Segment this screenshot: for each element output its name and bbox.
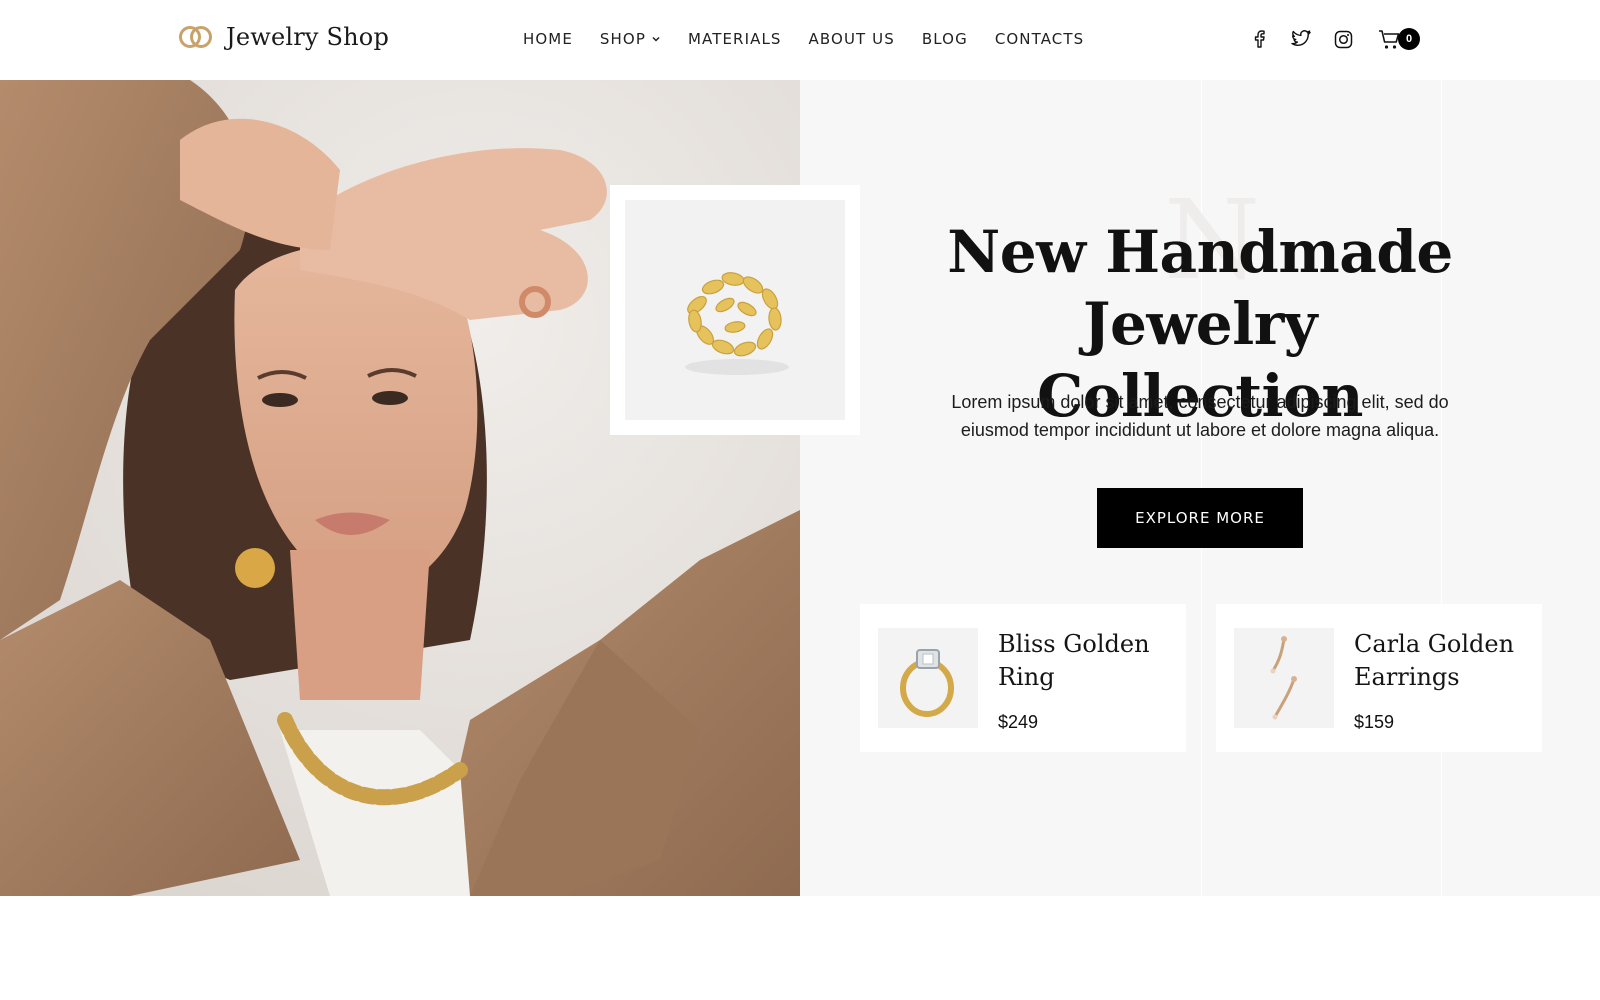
- instagram-icon[interactable]: [1330, 26, 1356, 52]
- product-name-line2: Earrings: [1354, 663, 1460, 691]
- nav-shop[interactable]: SHOP: [600, 30, 661, 48]
- product-image[interactable]: [878, 628, 978, 728]
- site-header: Jewelry Shop HOME SHOP MATERIALS ABOUT U…: [0, 0, 1600, 80]
- product-name-line1: Bliss Golden: [998, 630, 1150, 658]
- explore-more-button[interactable]: EXPLORE MORE: [1097, 488, 1303, 548]
- product-image[interactable]: [1234, 628, 1334, 728]
- nav-shop-label: SHOP: [599, 30, 646, 48]
- decor-line: [1441, 80, 1442, 896]
- hero-title-line1: New Handmade: [947, 218, 1453, 286]
- product-card-ring[interactable]: Bliss Golden Ring $249: [860, 604, 1186, 752]
- main-nav: HOME SHOP MATERIALS ABOUT US BLOG CONTAC…: [523, 30, 1084, 48]
- nav-contacts-label: CONTACTS: [994, 30, 1085, 48]
- product-info: Carla Golden Earrings $159: [1354, 628, 1514, 732]
- product-name[interactable]: Carla Golden Earrings: [1354, 628, 1514, 694]
- hero-content: N New Handmade Jewelry Collection Lorem …: [800, 80, 1600, 896]
- nav-materials[interactable]: MATERIALS: [688, 30, 782, 48]
- nav-materials-label: MATERIALS: [687, 30, 782, 48]
- cart-button[interactable]: 0: [1378, 26, 1422, 54]
- cart-count-badge: 0: [1398, 28, 1420, 50]
- featured-ring-frame: [610, 185, 860, 435]
- product-price: $159: [1354, 712, 1395, 732]
- ring-image: [900, 649, 954, 717]
- nav-home-label: HOME: [523, 30, 573, 48]
- facebook-icon[interactable]: [1246, 26, 1272, 52]
- nav-contacts[interactable]: CONTACTS: [995, 30, 1084, 48]
- logo-text: Jewelry Shop: [226, 23, 390, 51]
- nav-about-us-label: ABOUT US: [808, 30, 895, 48]
- product-name-line1: Carla Golden: [1354, 630, 1515, 658]
- interlocking-rings-icon: [179, 26, 212, 48]
- product-info: Bliss Golden Ring $249: [998, 628, 1150, 732]
- product-name-line2: Ring: [998, 663, 1055, 691]
- nav-about-us[interactable]: ABOUT US: [809, 30, 895, 48]
- nav-home[interactable]: HOME: [523, 30, 573, 48]
- twitter-icon[interactable]: [1288, 26, 1314, 52]
- earrings-image: [1270, 636, 1297, 720]
- nav-blog-label: BLOG: [921, 30, 968, 48]
- hero-description: Lorem ipsum dolor sit amet, consectetur …: [951, 392, 1449, 440]
- leaf-ring-image: [685, 272, 789, 375]
- chevron-down-icon: [652, 36, 660, 42]
- nav-blog[interactable]: BLOG: [922, 30, 968, 48]
- logo[interactable]: Jewelry Shop: [178, 22, 389, 52]
- product-name[interactable]: Bliss Golden Ring: [998, 628, 1150, 694]
- product-price: $249: [998, 712, 1039, 732]
- social-links: [1246, 26, 1356, 52]
- product-card-earrings[interactable]: Carla Golden Earrings $159: [1216, 604, 1542, 752]
- featured-ring-image: [625, 200, 845, 420]
